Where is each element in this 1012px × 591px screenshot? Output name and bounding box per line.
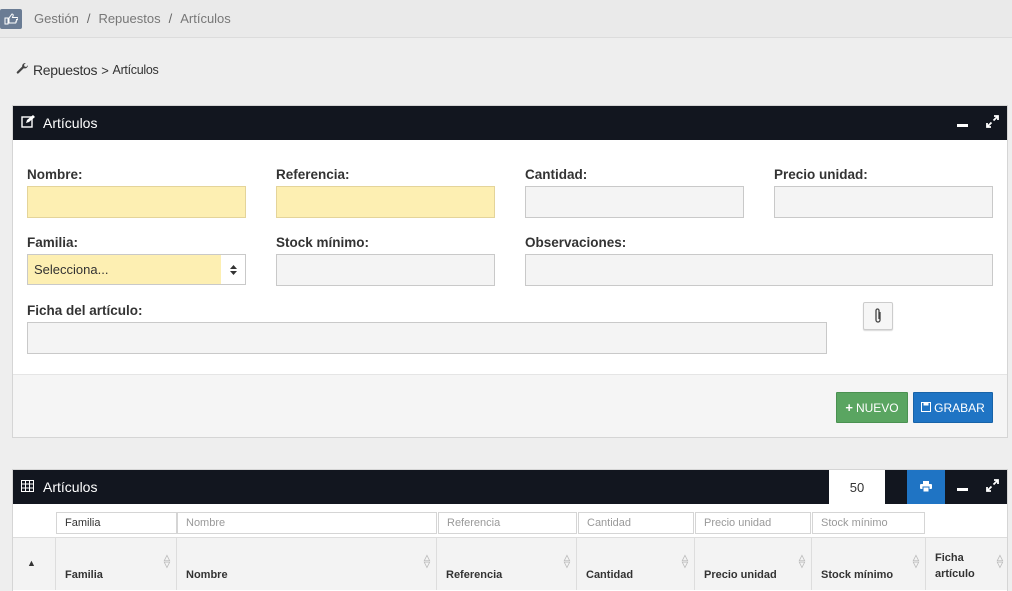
articulos-form-panel: Artículos Nombre: Referencia: Cantidad: … (12, 105, 1008, 438)
expand-icon[interactable] (977, 479, 1007, 495)
page-title-current: Artículos (112, 63, 159, 77)
familia-select[interactable]: Selecciona... (27, 254, 246, 285)
sort-icon: △ ▽ (798, 553, 805, 569)
breadcrumb-item-repuestos[interactable]: Repuestos (98, 11, 160, 26)
referencia-label: Referencia: (276, 167, 350, 182)
articulos-table-panel: Artículos 50 Familia Nombre Referencia C… (12, 469, 1008, 591)
observaciones-label: Observaciones: (525, 235, 627, 250)
sort-icon: △ ▽ (163, 553, 170, 569)
edit-icon (21, 115, 37, 131)
table-header-row: ▲ Familia △ ▽ Nombre △ ▽ Referencia △ ▽ Can… (13, 538, 1007, 590)
breadcrumb-separator: / (86, 11, 91, 26)
breadcrumb: Gestión / Repuestos / Artículos (34, 11, 231, 26)
form-panel-header: Artículos (13, 106, 1007, 140)
cantidad-input[interactable] (525, 186, 744, 218)
cantidad-label: Cantidad: (525, 167, 588, 182)
filter-precio-unidad[interactable]: Precio unidad (695, 512, 811, 534)
familia-select-value: Selecciona... (34, 262, 109, 277)
breadcrumb-item-gestion[interactable]: Gestión (34, 11, 79, 26)
table-panel-title: Artículos (43, 479, 98, 495)
grabar-button-label: GRABAR (934, 400, 985, 415)
filter-row: Familia Nombre Referencia Cantidad Preci… (13, 504, 1007, 538)
save-icon (921, 401, 932, 415)
minimize-icon[interactable] (947, 115, 977, 131)
wrench-icon (16, 62, 29, 78)
form-footer: + NUEVO GRABAR (13, 374, 1007, 437)
column-header-precio-unidad[interactable]: Precio unidad △ ▽ (695, 538, 812, 590)
breadcrumb-separator: / (168, 11, 173, 26)
stock-minimo-label: Stock mínimo: (276, 235, 370, 250)
sort-icon: △ ▽ (423, 553, 430, 569)
table-icon (21, 479, 37, 495)
breadcrumb-item-articulos: Artículos (180, 11, 231, 26)
nombre-input[interactable] (27, 186, 246, 218)
referencia-input[interactable] (276, 186, 495, 218)
stock-minimo-input[interactable] (276, 254, 495, 286)
paperclip-icon[interactable] (863, 302, 893, 330)
nombre-label: Nombre: (27, 167, 83, 182)
ficha-articulo-label: Ficha del artículo: (27, 303, 143, 318)
plus-icon: + (845, 400, 853, 415)
page-title-separator: > (101, 62, 109, 78)
column-header-ficha-articulo[interactable]: Ficha artículo △ ▽ (926, 538, 1009, 590)
nuevo-button[interactable]: + NUEVO (836, 392, 908, 423)
grabar-button[interactable]: GRABAR (913, 392, 993, 423)
filter-referencia[interactable]: Referencia (438, 512, 577, 534)
form-panel-title: Artículos (43, 115, 98, 131)
print-button[interactable] (907, 470, 945, 504)
table-panel-header: Artículos 50 (13, 470, 1007, 504)
sort-icon: △ ▽ (681, 553, 688, 569)
sort-icon: △ ▽ (996, 553, 1003, 569)
sort-icon: △ ▽ (563, 553, 570, 569)
articulo-form: Nombre: Referencia: Cantidad: Precio uni… (13, 140, 1007, 373)
precio-unidad-label: Precio unidad: (774, 167, 868, 182)
column-header-select[interactable]: ▲ (13, 538, 56, 590)
sort-asc-icon: ▲ (27, 558, 36, 568)
filter-stock-minimo[interactable]: Stock mínimo (812, 512, 925, 534)
page-title: Repuestos > Artículos (16, 62, 159, 78)
ficha-articulo-input[interactable] (27, 322, 827, 354)
minimize-icon[interactable] (947, 479, 977, 495)
sort-arrows-icon (221, 255, 245, 284)
expand-icon[interactable] (977, 115, 1007, 131)
column-header-label: Stock mínimo (821, 569, 894, 581)
column-header-label: Ficha artículo (935, 552, 975, 580)
column-header-familia[interactable]: Familia △ ▽ (56, 538, 177, 590)
filter-nombre[interactable]: Nombre (177, 512, 437, 534)
column-header-nombre[interactable]: Nombre △ ▽ (177, 538, 437, 590)
filter-familia[interactable]: Familia (56, 512, 177, 534)
column-header-cantidad[interactable]: Cantidad △ ▽ (577, 538, 695, 590)
page-title-section: Repuestos (33, 62, 98, 78)
sort-icon: △ ▽ (912, 553, 919, 569)
column-header-stock-minimo[interactable]: Stock mínimo △ ▽ (812, 538, 926, 590)
top-breadcrumb-bar: Gestión / Repuestos / Artículos (0, 0, 1012, 38)
column-header-label: Nombre (186, 569, 228, 581)
familia-label: Familia: (27, 235, 79, 250)
column-header-referencia[interactable]: Referencia △ ▽ (437, 538, 577, 590)
column-header-label: Referencia (446, 569, 503, 581)
column-header-label: Familia (65, 569, 103, 581)
nuevo-button-label: NUEVO (855, 400, 899, 415)
print-icon (920, 480, 932, 495)
page-size-select[interactable]: 50 (829, 470, 885, 504)
column-header-label: Cantidad (586, 569, 634, 581)
precio-unidad-input[interactable] (774, 186, 993, 218)
observaciones-input[interactable] (525, 254, 993, 286)
filter-cantidad[interactable]: Cantidad (578, 512, 694, 534)
hand-point-right-icon[interactable] (0, 8, 22, 29)
column-header-label: Precio unidad (704, 569, 777, 581)
